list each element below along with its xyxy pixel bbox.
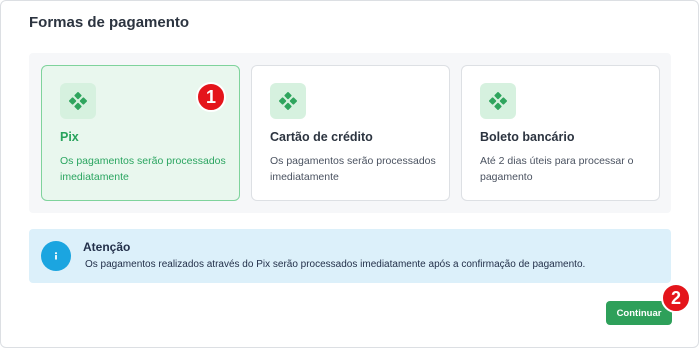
payment-option-title: Pix	[60, 130, 79, 144]
payment-option-description: Os pagamentos serão processados imediata…	[270, 155, 436, 183]
pix-icon	[270, 83, 306, 119]
info-alert: Atenção Os pagamentos realizados através…	[29, 229, 671, 283]
pix-icon	[480, 83, 516, 119]
payment-option-boleto[interactable]: Boleto bancário Até 2 dias úteis para pr…	[461, 65, 660, 201]
payment-option-title: Boleto bancário	[480, 130, 575, 144]
payment-options-container: Pix Os pagamentos serão processados imed…	[29, 53, 671, 213]
annotation-badge-1: 1	[196, 82, 226, 112]
payment-option-title: Cartão de crédito	[270, 130, 373, 144]
pix-icon	[60, 83, 96, 119]
annotation-badge-2: 2	[661, 283, 691, 313]
payment-option-credit-card[interactable]: Cartão de crédito Os pagamentos serão pr…	[251, 65, 450, 201]
alert-message: Os pagamentos realizados através do Pix …	[85, 259, 586, 270]
info-icon	[41, 241, 71, 271]
payment-methods-panel: Formas de pagamento Pix Os pagamentos se…	[0, 0, 699, 348]
payment-option-description: Os pagamentos serão processados imediata…	[60, 155, 226, 183]
page-title: Formas de pagamento	[29, 14, 190, 31]
payment-option-description: Até 2 dias úteis para processar o pagame…	[480, 155, 634, 183]
alert-title: Atenção	[83, 240, 131, 254]
